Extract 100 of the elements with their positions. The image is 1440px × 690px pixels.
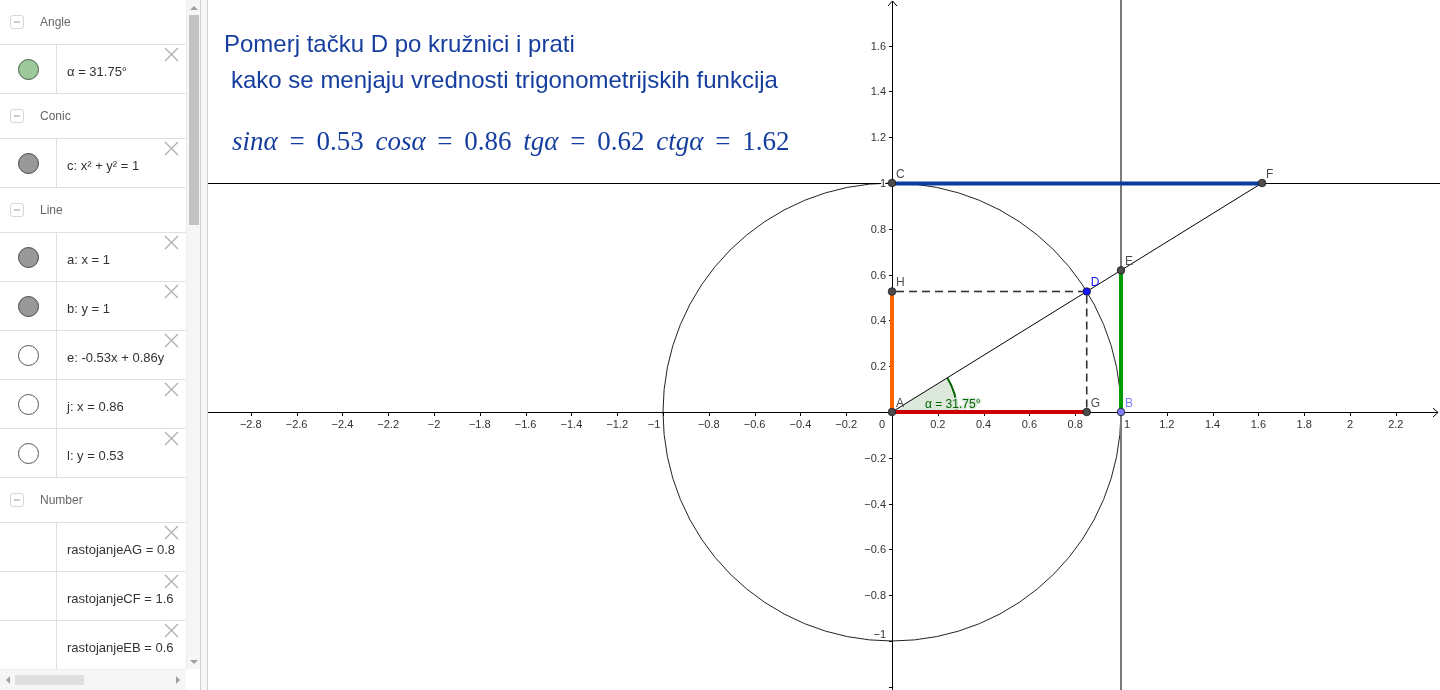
tick-label: 1.8 — [1296, 418, 1312, 430]
instruction-text: kako se menjaju vrednosti trigonometrijskih funkcija — [230, 65, 778, 95]
dot-icon[interactable] — [17, 295, 39, 317]
close-icon[interactable] — [164, 235, 179, 250]
group-header: Conic — [40, 108, 71, 125]
tick-label: 0 — [878, 418, 886, 430]
algebra-entry[interactable]: α = 31.75° — [57, 64, 128, 79]
close-icon[interactable] — [164, 333, 179, 348]
close-icon[interactable] — [164, 382, 179, 397]
tick-label: −0.2 — [835, 418, 858, 430]
tick-label: 1.4 — [1204, 418, 1221, 430]
algebra-entry[interactable]: rastojanjeEB = 0.6 — [57, 640, 174, 655]
close-icon[interactable] — [164, 574, 179, 589]
point[interactable] — [887, 407, 897, 417]
dot-icon[interactable] — [17, 58, 39, 80]
dot-icon[interactable] — [17, 442, 39, 464]
tick-label: −1.2 — [606, 418, 629, 430]
tick-label: 1.4 — [870, 85, 886, 98]
point[interactable] — [887, 178, 897, 188]
point-label: B — [1125, 396, 1133, 410]
tick-label: 0.6 — [1021, 418, 1038, 430]
tick-label: −0.4 — [789, 418, 812, 430]
scrollbar-thumb[interactable] — [15, 675, 84, 685]
algebra-entry[interactable]: e: -0.53x + 0.86y — [57, 350, 165, 365]
point[interactable] — [1082, 287, 1091, 296]
tick-label: 1 — [1123, 418, 1131, 430]
minus-icon[interactable] — [10, 109, 24, 123]
point-label: G — [1090, 396, 1101, 410]
tick-label: 0.4 — [975, 418, 992, 430]
tick-label: 1.2 — [870, 131, 886, 144]
dot-icon[interactable] — [17, 246, 39, 268]
tick-label: 1.6 — [1250, 418, 1267, 430]
close-icon[interactable] — [164, 623, 179, 638]
point[interactable] — [1116, 266, 1126, 275]
close-icon[interactable] — [164, 47, 179, 62]
tick-label: 0.2 — [870, 360, 886, 373]
minus-icon[interactable] — [10, 203, 24, 217]
tick-label: −0.8 — [864, 589, 886, 602]
tick-label: 1.6 — [870, 39, 886, 52]
algebra-entry[interactable]: j: x = 0.86 — [57, 399, 124, 414]
scroll-up-icon[interactable] — [189, 4, 198, 12]
tick-label: 1.2 — [1159, 418, 1175, 430]
point-label: C — [896, 167, 905, 181]
tick-label: −0.8 — [697, 418, 720, 430]
scrollbar-thumb[interactable] — [188, 15, 199, 225]
group-header: Angle — [40, 14, 71, 31]
tick-label: −0.6 — [864, 543, 886, 556]
tick-label: −2.2 — [377, 418, 400, 430]
group-header: Number — [40, 492, 83, 509]
tick-label: −2.8 — [239, 418, 262, 430]
scroll-down-icon[interactable] — [189, 658, 198, 666]
tick-label: 0.6 — [870, 268, 886, 281]
tick-label: −1.6 — [514, 418, 537, 430]
tick-label: −1.8 — [468, 418, 491, 430]
minus-icon[interactable] — [10, 493, 24, 507]
tick-label: −1.4 — [560, 418, 583, 430]
point[interactable] — [1257, 178, 1267, 188]
scroll-right-icon[interactable] — [174, 676, 182, 684]
tick-label: 0.2 — [930, 418, 946, 430]
point[interactable] — [1082, 407, 1091, 417]
dot-icon[interactable] — [17, 344, 39, 366]
tick-label: 0.4 — [870, 314, 886, 327]
point[interactable] — [887, 287, 897, 296]
horizontal-scrollbar[interactable] — [0, 669, 186, 690]
tick-label: −2.6 — [285, 418, 308, 430]
dot-icon[interactable] — [17, 393, 39, 415]
point-label: A — [896, 396, 904, 410]
close-icon[interactable] — [164, 284, 179, 299]
tick-label: 0.8 — [870, 222, 886, 235]
algebra-entry[interactable]: rastojanjeAG = 0.8 — [57, 542, 176, 557]
close-icon[interactable] — [164, 431, 179, 446]
tick-label: −0.4 — [864, 497, 886, 510]
tick-label: −0.2 — [864, 451, 886, 464]
close-icon[interactable] — [164, 141, 179, 156]
algebra-entry[interactable]: rastojanjeCF = 1.6 — [57, 591, 174, 606]
point-label: H — [896, 275, 905, 290]
group-header: Line — [40, 202, 63, 219]
tick-label: −1 — [873, 628, 886, 640]
tick-label: 2.2 — [1388, 418, 1404, 430]
algebra-entry[interactable]: b: y = 1 — [57, 301, 110, 316]
splitter-bar[interactable] — [200, 0, 208, 690]
algebra-entry[interactable]: l: y = 0.53 — [57, 448, 124, 463]
algebra-entry[interactable]: c: x² + y² = 1 — [57, 158, 140, 173]
point-label: E — [1125, 254, 1133, 269]
algebra-entry[interactable]: a: x = 1 — [57, 252, 110, 267]
tick-label: 0.8 — [1067, 418, 1083, 430]
minus-icon[interactable] — [10, 15, 24, 29]
tick-label: −1 — [647, 418, 661, 430]
tick-label: 1 — [879, 177, 886, 189]
point[interactable] — [1116, 407, 1126, 417]
scroll-left-icon[interactable] — [4, 676, 12, 684]
tick-label: −0.6 — [743, 418, 766, 430]
instruction-text: Pomerj tačku D po kružnici i prati — [224, 29, 576, 59]
dot-icon[interactable] — [17, 152, 39, 174]
formula-text: sinα = 0.53 cosα = 0.86 tgα = 0.62 ctgα = 1.62 — [232, 125, 790, 158]
tick-label: −2 — [427, 418, 441, 430]
close-icon[interactable] — [164, 525, 179, 540]
point-label: F — [1266, 167, 1274, 181]
vertical-scrollbar[interactable] — [186, 0, 200, 669]
point-label: D — [1090, 275, 1100, 290]
